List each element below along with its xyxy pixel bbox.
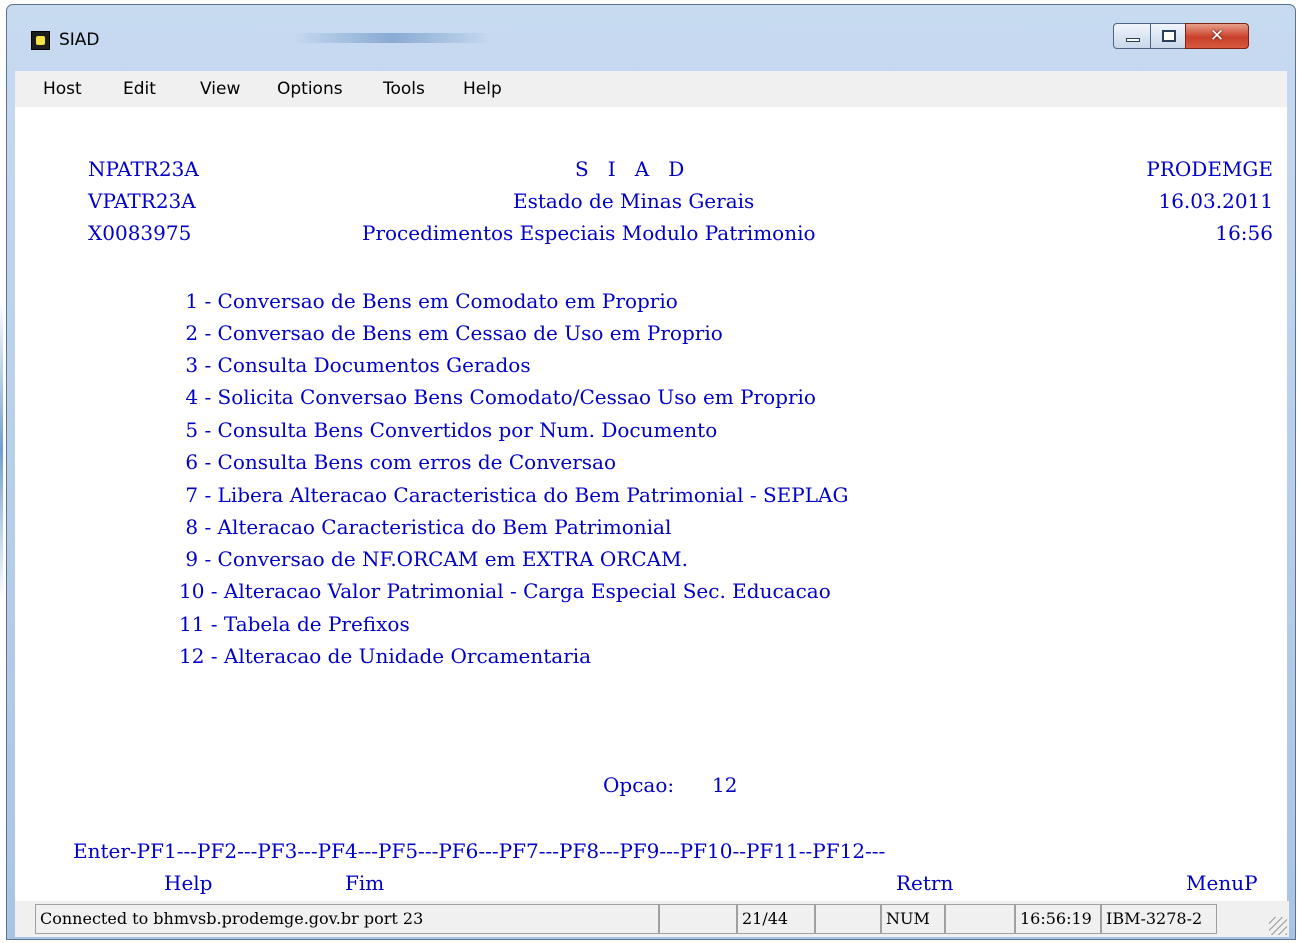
menu-option-7: 7 - Libera Alteracao Caracteristica do B… — [179, 483, 849, 507]
status-empty-3 — [945, 904, 1015, 934]
menu-option-11: 11 - Tabela de Prefixos — [179, 612, 410, 636]
terminal-type: IBM-3278-2 — [1101, 904, 1217, 934]
menu-option-1: 1 - Conversao de Bens em Comodato em Pro… — [179, 289, 678, 313]
window-title: SIAD — [59, 30, 100, 50]
menu-option-12: 12 - Alteracao de Unidade Orcamentaria — [179, 644, 592, 668]
terminal-window: SIAD ✕ Host Edit View Options Tools Help… — [6, 4, 1296, 940]
minimize-icon — [1126, 38, 1140, 42]
status-empty-1 — [659, 904, 737, 934]
status-bar: Connected to bhmvsb.prodemge.gov.br port… — [15, 901, 1289, 937]
current-date: 16.03.2011 — [1158, 189, 1273, 213]
company-name: PRODEMGE — [1146, 157, 1273, 181]
maximize-icon — [1162, 30, 1176, 42]
menu-option-8: 8 - Alteracao Caracteristica do Bem Patr… — [179, 515, 672, 539]
connection-status: Connected to bhmvsb.prodemge.gov.br port… — [35, 904, 659, 934]
function-key-line: Enter-PF1---PF2---PF3---PF4---PF5---PF6-… — [73, 839, 886, 863]
user-id: X0083975 — [88, 221, 192, 245]
menu-host[interactable]: Host — [43, 79, 82, 99]
terminal-app-icon[interactable] — [31, 31, 50, 50]
close-icon: ✕ — [1209, 26, 1225, 46]
pf9-retrn-label[interactable]: Retrn — [896, 871, 953, 895]
title-bar[interactable]: SIAD ✕ — [7, 5, 1295, 69]
system-title: S I A D — [575, 157, 685, 181]
menu-option-5: 5 - Consulta Bens Convertidos por Num. D… — [179, 418, 718, 442]
pf12-menup-label[interactable]: MenuP — [1186, 871, 1258, 895]
numlock-indicator: NUM — [881, 904, 945, 934]
close-button[interactable]: ✕ — [1185, 23, 1249, 49]
menu-option-4: 4 - Solicita Conversao Bens Comodato/Ces… — [179, 385, 816, 409]
menu-tools[interactable]: Tools — [383, 79, 425, 99]
current-time: 16:56 — [1215, 221, 1273, 245]
status-empty-2 — [815, 904, 881, 934]
minimize-button[interactable] — [1113, 23, 1151, 49]
window-left-edge — [0, 300, 3, 600]
menu-option-9: 9 - Conversao de NF.ORCAM em EXTRA ORCAM… — [179, 547, 688, 571]
maximize-button[interactable] — [1150, 23, 1186, 49]
menu-option-2: 2 - Conversao de Bens em Cessao de Uso e… — [179, 321, 723, 345]
menu-option-6: 6 - Consulta Bens com erros de Conversao — [179, 450, 617, 474]
program-id: NPATR23A — [88, 157, 199, 181]
pf1-help-label[interactable]: Help — [164, 871, 212, 895]
screen-id: VPATR23A — [88, 189, 196, 213]
menu-edit[interactable]: Edit — [123, 79, 156, 99]
state-title: Estado de Minas Gerais — [513, 189, 755, 213]
menu-view[interactable]: View — [200, 79, 240, 99]
module-title: Procedimentos Especiais Modulo Patrimoni… — [362, 221, 816, 245]
menu-options[interactable]: Options — [277, 79, 343, 99]
menu-help[interactable]: Help — [463, 79, 502, 99]
menu-option-3: 3 - Consulta Documentos Gerados — [179, 353, 531, 377]
option-prompt-label: Opcao: — [603, 773, 675, 797]
terminal-screen[interactable]: NPATR23A VPATR23A X0083975 S I A D Estad… — [15, 107, 1287, 901]
resize-grip[interactable] — [1269, 917, 1287, 935]
option-input[interactable]: 12 — [712, 773, 737, 797]
cursor-position: 21/44 — [737, 904, 815, 934]
status-time: 16:56:19 — [1015, 904, 1101, 934]
title-blur — [292, 33, 492, 43]
menu-bar: Host Edit View Options Tools Help — [15, 71, 1287, 108]
pf3-fim-label[interactable]: Fim — [345, 871, 384, 895]
menu-option-10: 10 - Alteracao Valor Patrimonial - Carga… — [179, 579, 831, 603]
